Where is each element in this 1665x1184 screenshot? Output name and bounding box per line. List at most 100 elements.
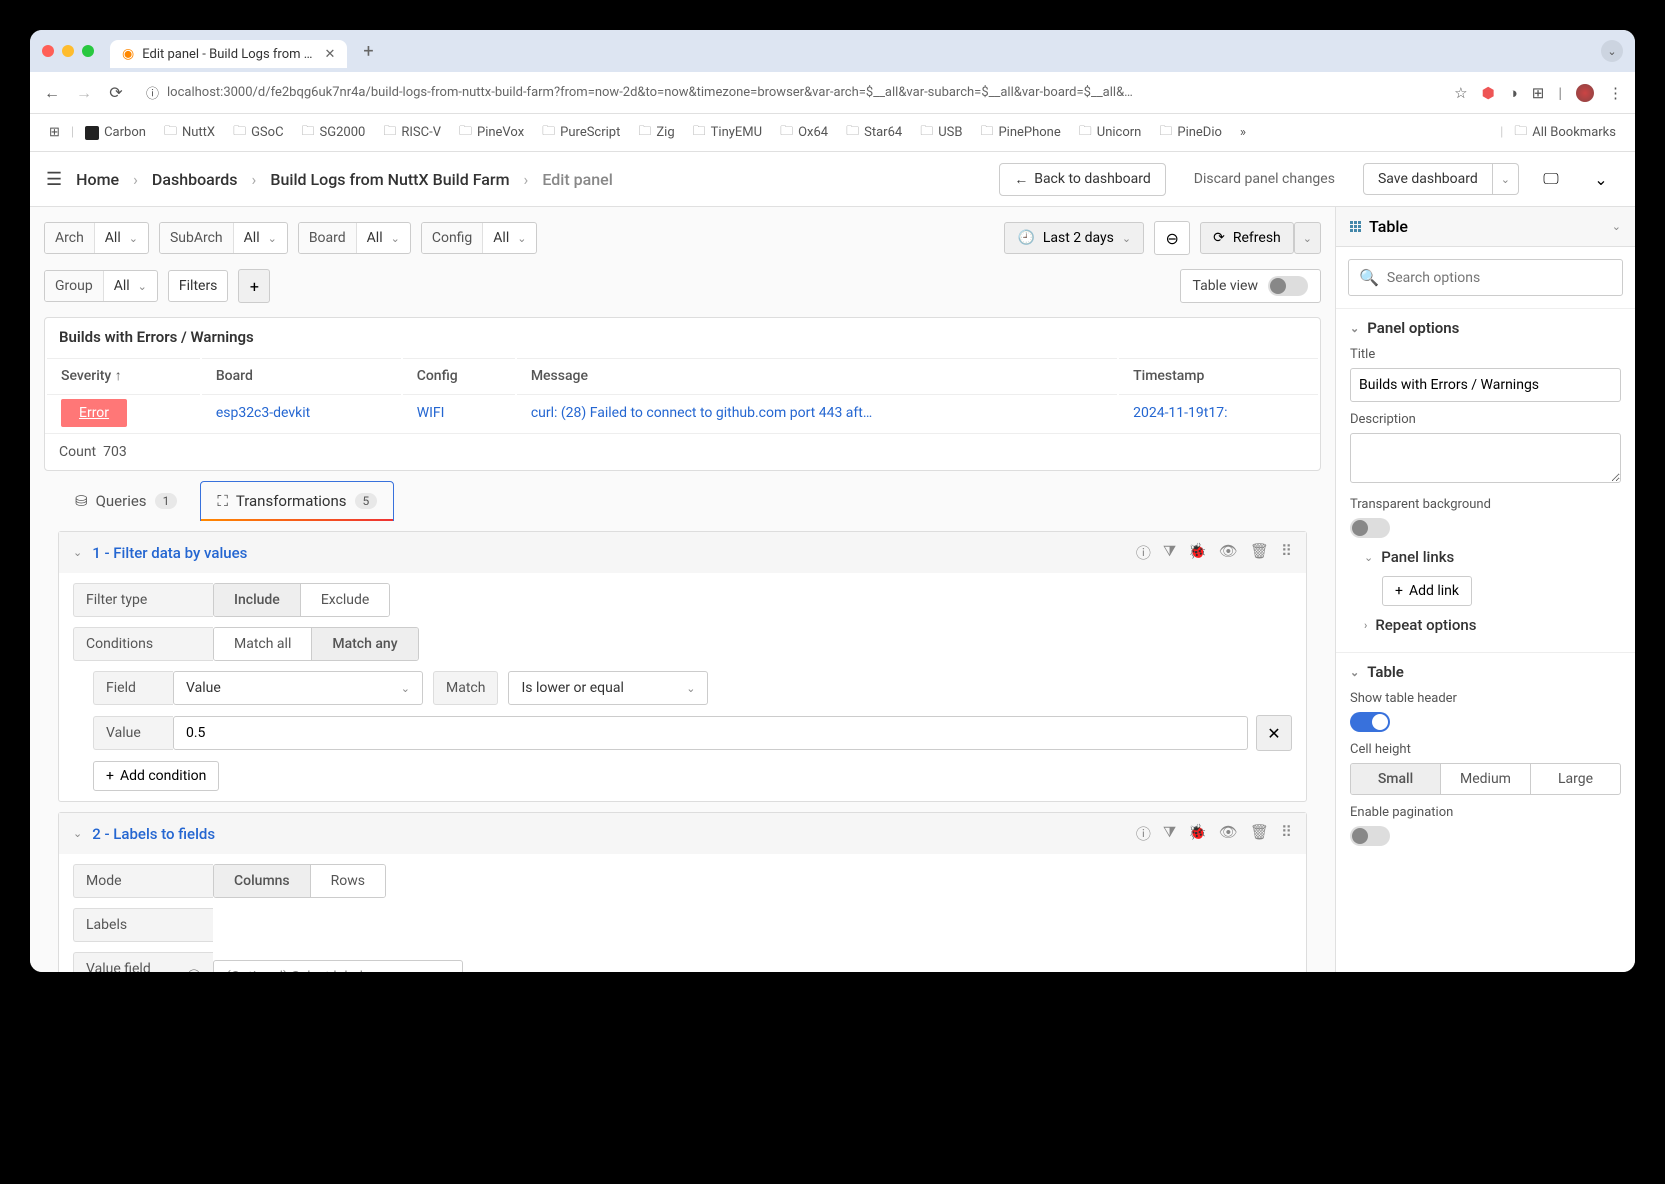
nav-reload-icon[interactable]: ⟳	[106, 83, 126, 102]
extension-icon[interactable]: ⬢	[1482, 84, 1495, 102]
collapse-icon[interactable]: ⌄	[73, 546, 82, 559]
transform-title[interactable]: 2 - Labels to fields	[92, 825, 215, 843]
cell-large[interactable]: Large	[1530, 764, 1620, 794]
bookmark-star64[interactable]: 🗀Star64	[839, 119, 909, 147]
mode-radio[interactable]: Columns Rows	[213, 864, 386, 898]
bookmark-usb[interactable]: 🗀USB	[913, 119, 969, 147]
discard-changes-button[interactable]: Discard panel changes	[1180, 164, 1349, 194]
add-condition-button[interactable]: +Add condition	[93, 761, 219, 791]
col-severity[interactable]: Severity ↑	[47, 358, 200, 392]
apps-icon[interactable]: ⊞	[42, 122, 67, 143]
opt-match-any[interactable]: Match any	[311, 628, 417, 660]
monitor-icon[interactable]: 🖵	[1533, 162, 1569, 196]
crumb-home[interactable]: Home	[76, 170, 119, 189]
back-to-dashboard-button[interactable]: ←Back to dashboard	[999, 163, 1166, 196]
table-row[interactable]: Error esp32c3-devkit WIFI curl: (28) Fai…	[47, 394, 1318, 431]
bookmark-sg2000[interactable]: 🗀SG2000	[295, 119, 373, 147]
bookmark-zig[interactable]: 🗀Zig	[631, 119, 681, 147]
bookmark-ox64[interactable]: 🗀Ox64	[773, 119, 835, 147]
nav-back-icon[interactable]: ←	[42, 83, 62, 103]
crumb-dashboards[interactable]: Dashboards	[152, 170, 238, 189]
col-config[interactable]: Config	[403, 358, 515, 392]
var-group[interactable]: GroupAll⌄	[44, 270, 158, 302]
site-info-icon[interactable]: ⓘ	[146, 83, 159, 102]
remove-condition-button[interactable]: ✕	[1256, 715, 1292, 751]
cell-small[interactable]: Small	[1351, 764, 1440, 794]
bookmark-unicorn[interactable]: 🗀Unicorn	[1072, 119, 1149, 147]
all-bookmarks[interactable]: 🗀All Bookmarks	[1507, 119, 1623, 147]
extension-icon[interactable]: ◑	[1509, 84, 1518, 102]
refresh-button[interactable]: ⟳Refresh	[1200, 222, 1294, 254]
debug-icon[interactable]: 🐞	[1188, 542, 1207, 563]
window-close[interactable]	[42, 45, 54, 57]
tab-overflow-button[interactable]: ⌄	[1601, 40, 1623, 62]
opt-exclude[interactable]: Exclude	[300, 584, 390, 616]
extensions-icon[interactable]: ⊞	[1532, 84, 1545, 102]
bookmark-overflow-icon[interactable]: »	[1233, 122, 1253, 143]
bookmark-pinevox[interactable]: 🗀PineVox	[452, 119, 531, 147]
eye-icon[interactable]: 👁	[1219, 542, 1238, 563]
col-board[interactable]: Board	[202, 358, 401, 392]
opt-columns[interactable]: Columns	[214, 865, 310, 897]
filter-icon[interactable]: ⧩	[1163, 823, 1176, 844]
var-subarch[interactable]: SubArchAll⌄	[159, 222, 288, 254]
value-input[interactable]	[173, 716, 1248, 750]
save-dropdown-button[interactable]: ⌄	[1493, 163, 1519, 195]
bookmark-tinyemu[interactable]: 🗀TinyEMU	[686, 119, 769, 147]
col-message[interactable]: Message	[517, 358, 1117, 392]
var-config[interactable]: ConfigAll⌄	[421, 222, 538, 254]
value-field-name-select[interactable]: (Optional) Select label⌄	[213, 960, 463, 972]
severity-badge[interactable]: Error	[61, 399, 127, 427]
filter-type-radio[interactable]: Include Exclude	[213, 583, 390, 617]
menu-toggle-icon[interactable]: ☰	[46, 169, 62, 190]
visualization-picker[interactable]: Table ⌄	[1336, 207, 1635, 247]
board-link[interactable]: esp32c3-devkit	[216, 405, 310, 421]
opt-include[interactable]: Include	[214, 584, 300, 616]
tab-transformations[interactable]: ⛶ Transformations 5	[200, 481, 394, 521]
collapse-icon[interactable]: ⌄	[1583, 162, 1619, 196]
address-bar[interactable]: ⓘ localhost:3000/d/fe2bqg6uk7nr4a/build-…	[138, 79, 1442, 106]
new-tab-button[interactable]: +	[363, 41, 373, 62]
section-panel-options[interactable]: ⌄Panel options	[1350, 319, 1621, 337]
debug-icon[interactable]: 🐞	[1188, 823, 1207, 844]
config-link[interactable]: WIFI	[417, 405, 445, 421]
drag-handle-icon[interactable]: ⠿	[1281, 823, 1292, 844]
message-link[interactable]: curl: (28) Failed to connect to github.c…	[531, 405, 872, 421]
close-tab-icon[interactable]: ✕	[324, 47, 335, 62]
bookmark-carbon[interactable]: Carbon	[78, 122, 153, 143]
add-link-button[interactable]: +Add link	[1382, 576, 1472, 606]
opt-match-all[interactable]: Match all	[214, 628, 311, 660]
bookmark-pinephone[interactable]: 🗀PinePhone	[973, 119, 1067, 147]
bookmark-nuttx[interactable]: 🗀NuttX	[157, 119, 222, 147]
transform-title[interactable]: 1 - Filter data by values	[92, 544, 247, 562]
panel-description-input[interactable]	[1350, 433, 1621, 483]
window-minimize[interactable]	[62, 45, 74, 57]
search-options-input[interactable]	[1387, 270, 1612, 286]
panel-title-input[interactable]	[1350, 368, 1621, 402]
info-icon[interactable]: ⓘ	[1136, 542, 1151, 563]
transparent-bg-toggle[interactable]	[1350, 518, 1390, 538]
bookmark-pinedio[interactable]: 🗀PineDio	[1152, 119, 1229, 147]
bookmark-star-icon[interactable]: ☆	[1454, 84, 1467, 102]
info-icon[interactable]: ⓘ	[1136, 823, 1151, 844]
tab-queries[interactable]: ⛁ Queries 1	[58, 481, 194, 521]
zoom-out-button[interactable]: ⊖	[1154, 221, 1190, 255]
filters-selector[interactable]: Filters	[168, 270, 229, 302]
section-panel-links[interactable]: ⌄Panel links	[1364, 548, 1621, 566]
timestamp-link[interactable]: 2024-11-19t17:	[1133, 405, 1227, 421]
collapse-icon[interactable]: ⌄	[73, 827, 82, 840]
menu-icon[interactable]: ⋮	[1608, 84, 1623, 102]
conditions-radio[interactable]: Match all Match any	[213, 627, 419, 661]
pagination-toggle[interactable]	[1350, 826, 1390, 846]
drag-handle-icon[interactable]: ⠿	[1281, 542, 1292, 563]
table-view-toggle[interactable]	[1268, 276, 1308, 296]
search-options[interactable]: 🔍	[1348, 259, 1623, 296]
window-maximize[interactable]	[82, 45, 94, 57]
eye-icon[interactable]: 👁	[1219, 823, 1238, 844]
bookmark-gsoc[interactable]: 🗀GSoC	[226, 119, 290, 147]
cell-height-options[interactable]: Small Medium Large	[1350, 763, 1621, 795]
profile-avatar[interactable]	[1576, 84, 1594, 102]
opt-rows[interactable]: Rows	[310, 865, 385, 897]
trash-icon[interactable]: 🗑	[1250, 823, 1269, 844]
field-select[interactable]: Value⌄	[173, 671, 423, 705]
